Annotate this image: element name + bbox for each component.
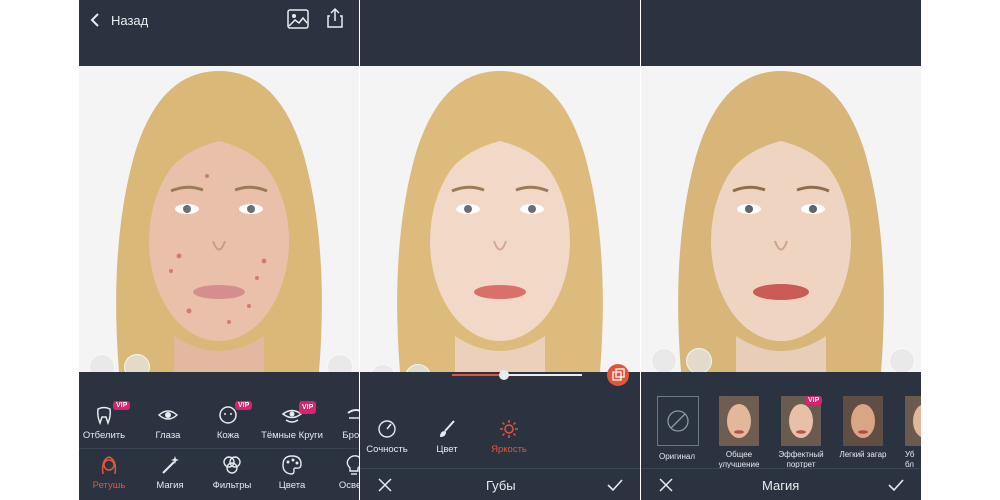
photo-magic: [641, 66, 921, 372]
face-icon: [101, 456, 117, 475]
close-icon[interactable]: [659, 478, 673, 492]
divider: [79, 448, 359, 449]
bottom-toolbar: Сочность Цвет Яркость Губы: [360, 364, 640, 500]
face-thumbnail-icon: [719, 396, 759, 446]
preset-thumbnail[interactable]: [719, 396, 759, 446]
bar-title: Магия: [762, 478, 800, 493]
compare-icon: [612, 368, 625, 381]
preset-label: Оригинал: [658, 452, 696, 461]
option-label: Сочность: [366, 444, 408, 455]
category-label: Цвета: [278, 480, 306, 491]
none-icon: [667, 410, 689, 432]
option-label: Цвет: [436, 444, 458, 455]
sun-icon: [500, 420, 518, 438]
preset-label: Уб бл: [905, 450, 915, 469]
preset-thumbnail[interactable]: [843, 396, 883, 446]
option-label: Яркость: [491, 444, 527, 455]
brush-icon: [440, 420, 455, 437]
tool-brows[interactable]: Брови: [321, 404, 359, 441]
slider-fill: [452, 374, 504, 376]
eye-icon: [157, 410, 179, 420]
palette-icon: [282, 455, 302, 475]
editor-panel-magic: Оригинал Общее улучшение VIP Эффектный п…: [641, 0, 921, 500]
editor-panel-lips: Сочность Цвет Яркость Губы: [360, 0, 640, 500]
divider: [641, 468, 921, 469]
checkmark-icon[interactable]: [607, 478, 623, 492]
back-label: Назад: [111, 12, 149, 28]
redo-button[interactable]: [686, 348, 712, 372]
tool-label: Отбелить: [82, 430, 126, 441]
undo-button[interactable]: [651, 348, 677, 372]
category-label: Магия: [156, 480, 184, 491]
top-bar: Назад: [79, 0, 359, 64]
slider-knob[interactable]: [499, 370, 509, 380]
gallery-icon[interactable]: [287, 9, 309, 29]
vip-badge: VIP: [113, 401, 131, 410]
top-bar: [641, 0, 921, 64]
filters-icon: [223, 456, 241, 474]
category-label: Ретушь: [92, 480, 126, 491]
preset-label: Эффектный портрет: [778, 450, 824, 469]
magic-wand-icon: [162, 456, 179, 474]
vip-badge: VIP: [299, 401, 317, 414]
bar-title: Губы: [486, 478, 516, 493]
compare-button[interactable]: [889, 348, 915, 372]
face-thumbnail-icon: [905, 396, 921, 446]
photo-original: [79, 66, 359, 372]
preset-label: Общее улучшение: [718, 450, 760, 469]
category-lighting[interactable]: Освещ: [319, 454, 359, 491]
editor-panel-retouch: Назад Отбелить VIP Глаза Кожа VIP Тёмные…: [79, 0, 359, 500]
gauge-icon: [378, 420, 396, 438]
tool-label: Брови: [342, 430, 359, 441]
tool-dark-circles[interactable]: Тёмные Круги VIP: [257, 401, 327, 441]
checkmark-icon[interactable]: [888, 478, 904, 492]
category-label: Освещ: [338, 480, 359, 491]
category-magic[interactable]: Магия: [135, 454, 205, 491]
photo-retouched: [360, 66, 640, 372]
preset-label: Легкий загар: [839, 450, 887, 459]
back-button[interactable]: Назад: [89, 10, 148, 30]
tool-label: Тёмные Круги: [261, 430, 323, 441]
option-color[interactable]: Цвет: [412, 418, 482, 455]
top-bar: [360, 0, 640, 64]
category-label: Фильтры: [212, 480, 252, 491]
vip-badge: VIP: [235, 401, 253, 410]
tool-label: Глаза: [155, 430, 181, 441]
divider: [360, 468, 640, 469]
tool-whiten[interactable]: Отбелить VIP: [79, 401, 139, 441]
chevron-left-icon: [90, 13, 99, 27]
bottom-toolbar: Отбелить VIP Глаза Кожа VIP Тёмные Круги…: [79, 372, 359, 500]
preset-thumbnail[interactable]: [905, 396, 921, 446]
category-colors[interactable]: Цвета: [257, 454, 327, 491]
compare-button[interactable]: [607, 364, 629, 386]
eyebrow-icon: [347, 409, 359, 419]
light-bulb-icon: [346, 455, 359, 475]
share-icon[interactable]: [326, 7, 344, 29]
option-brightness[interactable]: Яркость: [474, 418, 544, 455]
preset-original[interactable]: [657, 396, 699, 446]
vip-badge: VIP: [805, 396, 823, 405]
face-thumbnail-icon: [843, 396, 883, 446]
tool-label: Кожа: [216, 430, 240, 441]
tooth-icon: [97, 406, 111, 426]
tool-skin[interactable]: Кожа VIP: [193, 401, 263, 441]
close-icon[interactable]: [378, 478, 392, 492]
